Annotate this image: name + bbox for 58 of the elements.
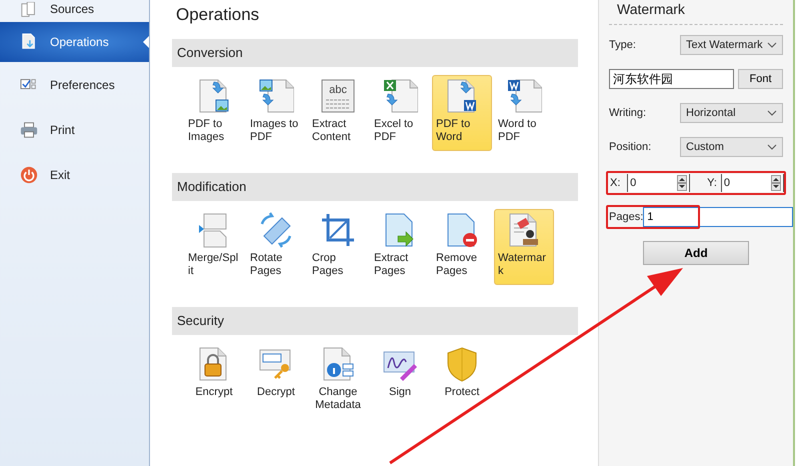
tool-button[interactable]: Rotate Pages [246,209,306,285]
x-label: X: [609,177,622,189]
panel-title: Watermark [609,1,783,25]
pointer-icon [143,36,149,48]
type-label: Type: [609,39,637,51]
writing-dropdown[interactable]: Horizontal [680,103,783,123]
y-label: Y: [706,177,718,189]
position-label: Position: [609,141,652,153]
tool-button[interactable]: Watermark [494,209,554,285]
document-icon [20,33,38,51]
add-button[interactable]: Add [643,241,749,265]
tool-button[interactable]: Word to PDF [494,75,554,151]
pages-label: Pages: [609,211,644,223]
spin-arrows-icon [771,175,781,191]
printer-icon [20,120,38,138]
chevron-down-icon [767,110,777,116]
font-button[interactable]: Font [738,69,783,89]
tool-button[interactable]: Images to PDF [246,75,306,151]
sidebar-item[interactable]: Operations [0,22,149,62]
images-to-pdf-icon [258,78,294,114]
position-dropdown[interactable]: Custom [680,137,783,157]
watermark-text-field[interactable]: 河东软件园 [609,69,734,89]
tool-button[interactable]: Crop Pages [308,209,368,285]
x-spinbox[interactable]: 0 [627,174,690,192]
tool-button[interactable]: PDF to Images [184,75,244,151]
tool-button[interactable]: Protect [432,343,492,419]
pages-field[interactable]: 1 [643,207,794,227]
tool-button[interactable]: Decrypt [246,343,306,419]
tool-button[interactable]: PDF to Word [432,75,492,151]
writing-label: Writing: [609,107,648,119]
tool-button[interactable]: Extract Pages [370,209,430,285]
word-to-pdf-icon [506,78,542,114]
crop-icon [320,212,356,248]
type-dropdown[interactable]: Text Watermark [680,35,783,55]
power-icon [20,166,38,184]
tool-button[interactable]: Sign [370,343,430,419]
tool-button[interactable]: Remove Pages [432,209,492,285]
tool-button[interactable]: Encrypt [184,343,244,419]
extract-content-icon: abc [320,78,356,114]
tool-button[interactable]: Merge/Split [184,209,244,285]
pages-icon [20,2,38,20]
section-header: Conversion [172,39,578,67]
chevron-down-icon [767,144,777,150]
sidebar-item[interactable]: Sources [0,0,149,22]
sidebar-item[interactable]: Preferences [0,62,149,107]
tool-button[interactable]: Excel to PDF [370,75,430,151]
spin-arrows-icon [677,175,688,191]
section-header: Security [172,307,578,335]
sidebar-item[interactable]: Exit [0,152,149,197]
page-title: Operations [176,5,260,25]
tool-button[interactable]: abc Extract Content [308,75,368,151]
y-spinbox[interactable]: 0 [720,174,784,192]
sidebar-item[interactable]: Print [0,107,149,152]
chevron-down-icon [767,42,777,48]
excel-to-pdf-icon [382,78,418,114]
section-header: Modification [172,173,578,201]
rotate-icon [258,212,294,248]
tool-button[interactable]: Change Metadata [308,343,368,419]
